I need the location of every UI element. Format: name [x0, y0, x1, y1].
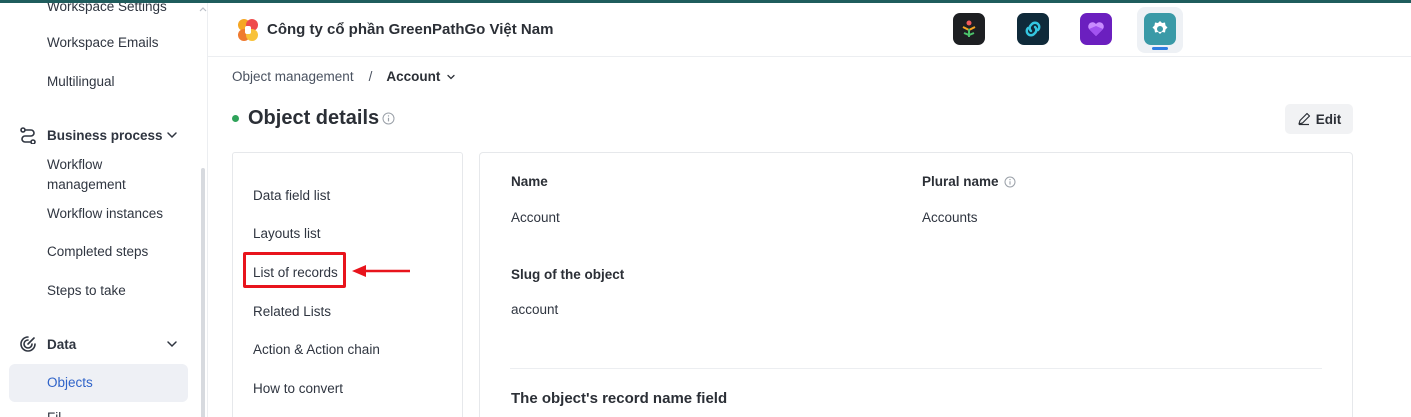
- sidebar-active-highlight: [9, 364, 188, 402]
- chevron-down-icon[interactable]: [166, 338, 178, 350]
- workflow-icon: [18, 125, 38, 145]
- sidebar-item-multilingual[interactable]: Multilingual: [47, 72, 115, 92]
- breadcrumb: Object management / Account: [232, 69, 456, 84]
- active-app-indicator: [1152, 47, 1168, 50]
- gear-app-icon[interactable]: [1144, 13, 1176, 45]
- plural-name-value: Accounts: [922, 210, 978, 225]
- menu-item-related-lists[interactable]: Related Lists: [253, 303, 331, 321]
- sidebar-item-objects[interactable]: Objects: [47, 373, 93, 393]
- heart-app-icon[interactable]: [1080, 13, 1112, 45]
- sidebar-item-workflow-management[interactable]: Workflow management: [47, 155, 157, 195]
- menu-item-how-to-convert[interactable]: How to convert: [253, 380, 343, 398]
- pencil-icon: [1298, 112, 1310, 126]
- annotation-arrow-icon: [352, 265, 410, 277]
- plural-name-label: Plural name: [922, 174, 999, 189]
- sidebar: Workspace Settings Workspace Emails Mult…: [0, 3, 208, 417]
- scroll-up-icon[interactable]: [199, 5, 207, 13]
- object-details-card: [479, 152, 1353, 417]
- page-title: Object details: [248, 107, 380, 129]
- sidebar-section-label: Data: [47, 336, 77, 352]
- info-icon[interactable]: [1004, 176, 1016, 188]
- section-divider: [510, 368, 1322, 369]
- record-name-field-heading: The object's record name field: [511, 390, 728, 407]
- sidebar-item-partial[interactable]: Fil...: [47, 408, 73, 417]
- tree-app-icon[interactable]: [953, 13, 985, 45]
- name-value: Account: [511, 210, 560, 225]
- sidebar-section-business-process[interactable]: Business process: [18, 125, 163, 145]
- edit-button[interactable]: Edit: [1285, 104, 1353, 134]
- company-logo: [238, 19, 258, 41]
- sidebar-section-label: Business process: [47, 127, 163, 143]
- link-app-icon[interactable]: [1017, 13, 1049, 45]
- edit-button-label: Edit: [1315, 111, 1342, 127]
- sidebar-item-workflow-instances[interactable]: Workflow instances: [47, 204, 163, 224]
- sidebar-item-completed-steps[interactable]: Completed steps: [47, 242, 148, 262]
- menu-item-action-chain[interactable]: Action & Action chain: [253, 341, 380, 359]
- top-header: Công ty cổ phần GreenPathGo Việt Nam: [208, 3, 1411, 57]
- slug-label: Slug of the object: [511, 267, 625, 282]
- breadcrumb-object-management[interactable]: Object management: [232, 69, 354, 84]
- menu-item-data-field-list[interactable]: Data field list: [253, 187, 330, 205]
- sidebar-item-workspace-emails[interactable]: Workspace Emails: [47, 33, 159, 53]
- sidebar-scrollbar[interactable]: [201, 168, 205, 417]
- status-dot: [232, 115, 239, 122]
- data-icon: [18, 334, 38, 354]
- name-label: Name: [511, 174, 548, 189]
- sidebar-item-steps-to-take[interactable]: Steps to take: [47, 281, 126, 301]
- chevron-down-icon[interactable]: [166, 129, 178, 141]
- annotation-highlight-box: [243, 252, 346, 288]
- sidebar-item-workspace-settings[interactable]: Workspace Settings: [47, 3, 167, 17]
- sidebar-section-data[interactable]: Data: [18, 334, 76, 354]
- company-name: Công ty cổ phần GreenPathGo Việt Nam: [267, 21, 554, 38]
- chevron-down-icon[interactable]: [446, 72, 456, 82]
- menu-item-layouts-list[interactable]: Layouts list: [253, 225, 321, 243]
- breadcrumb-current-object[interactable]: Account: [386, 69, 440, 84]
- info-icon[interactable]: [382, 112, 395, 125]
- slug-value: account: [511, 302, 559, 317]
- breadcrumb-separator: /: [368, 69, 373, 84]
